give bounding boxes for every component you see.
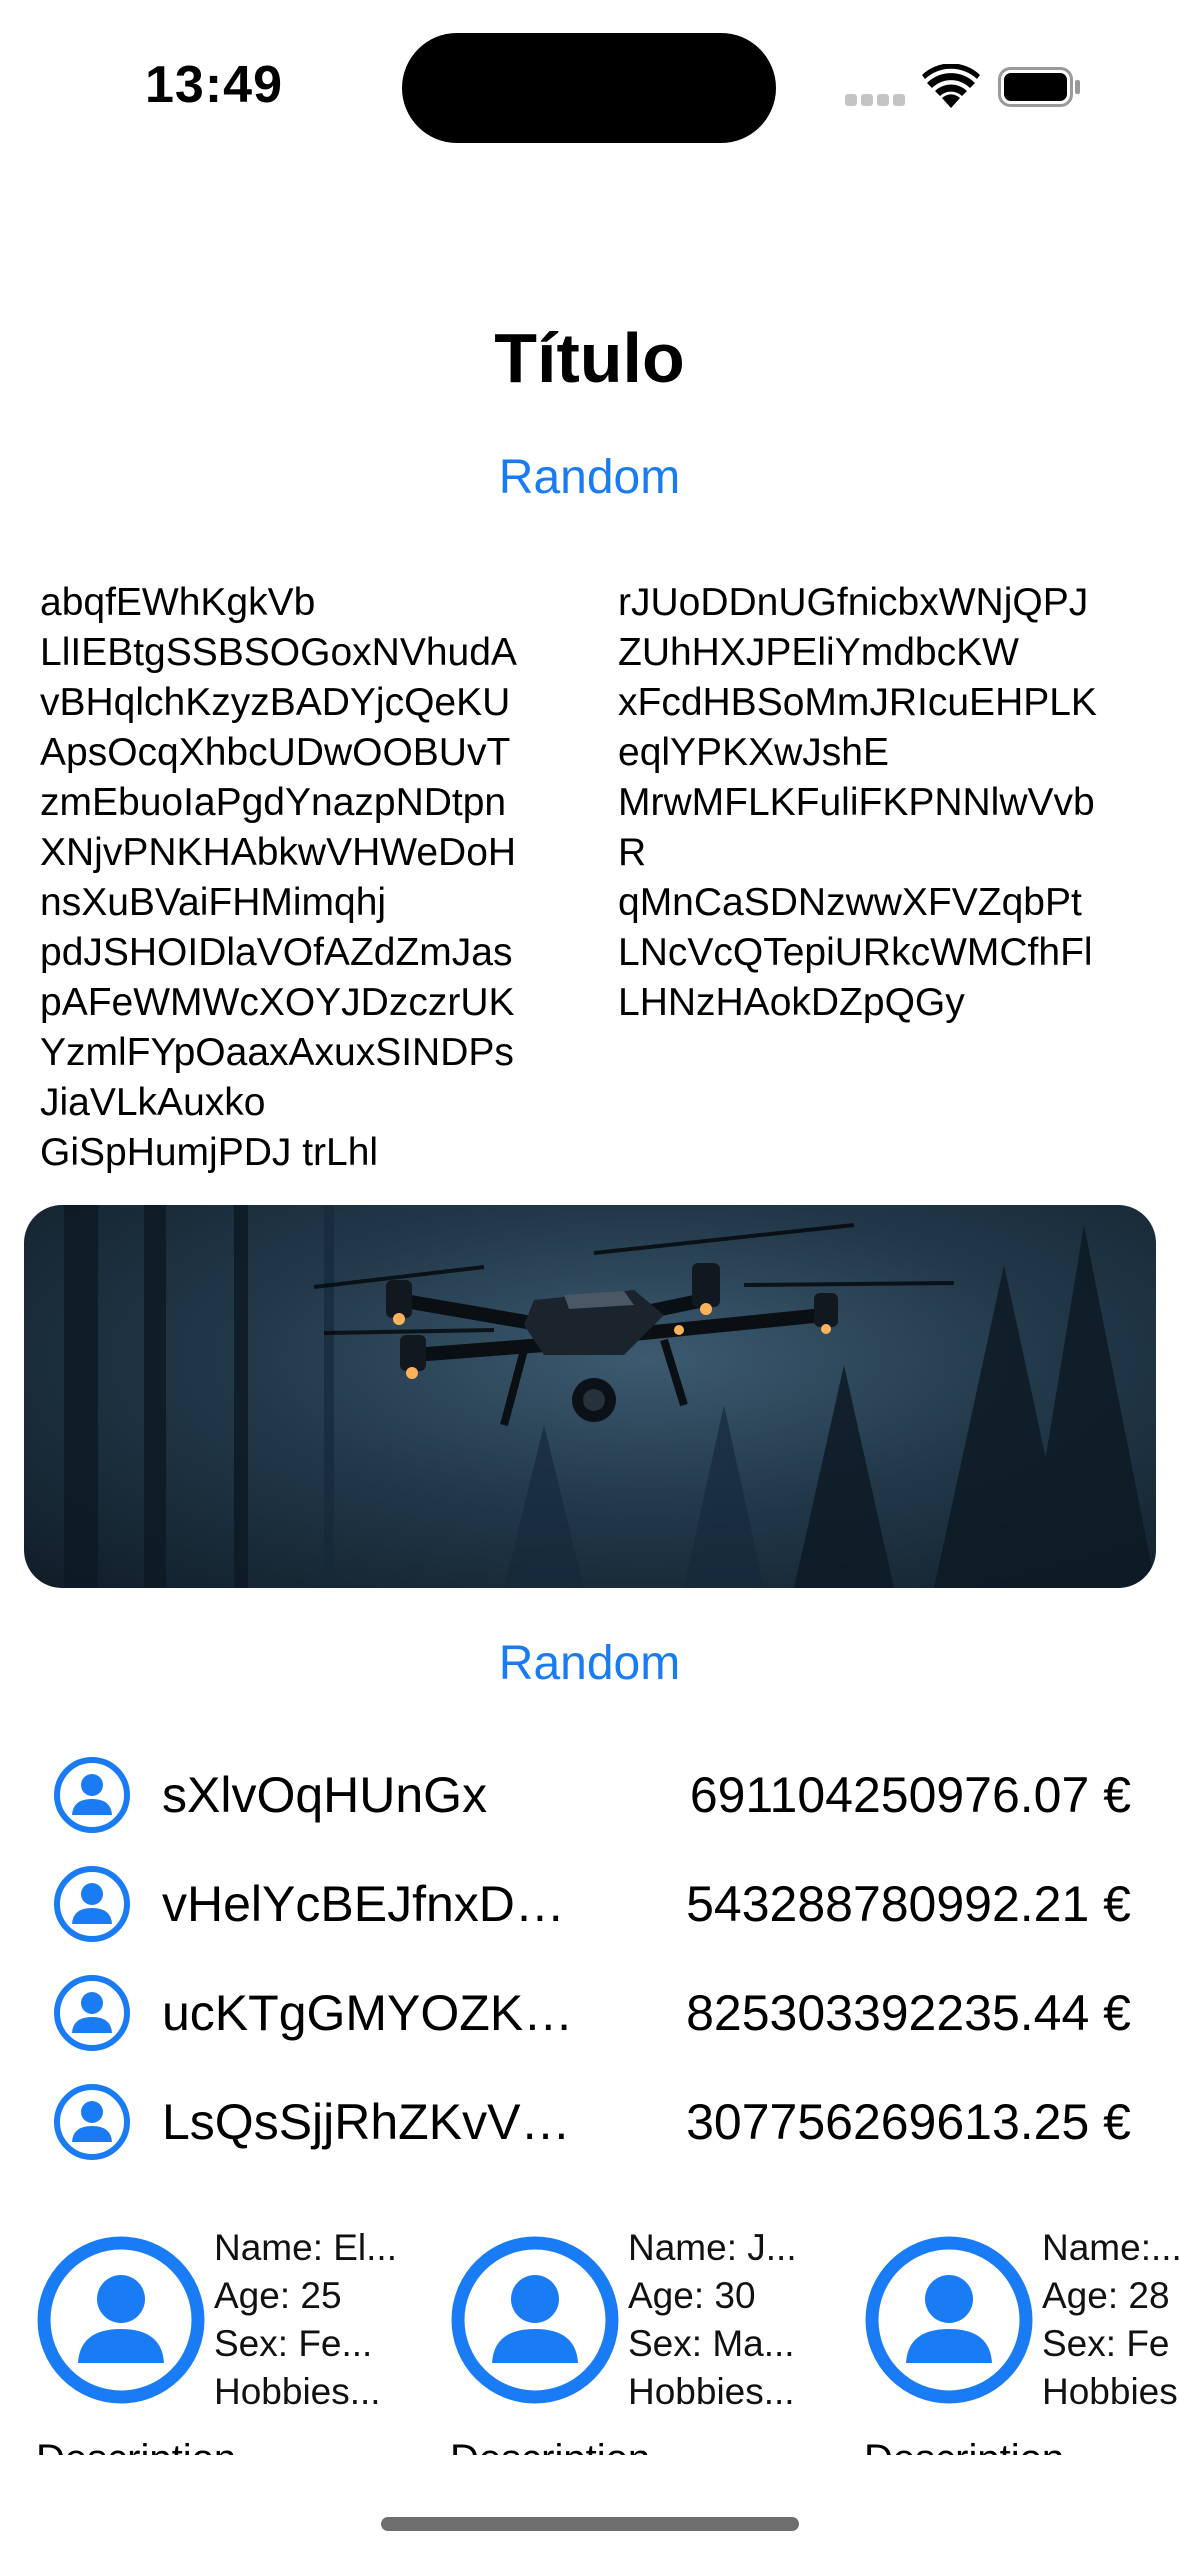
person-circle-icon (54, 1866, 130, 1942)
text-line: LHNzHAokDZpQGy (618, 981, 965, 1024)
transaction-row[interactable]: sXlvOqHUnGx 691104250976.07 € (0, 1744, 1179, 1844)
text-line: LNcVcQTepiURkcWMCfhFl (618, 931, 1093, 974)
drone-illustration (64, 1205, 1156, 1588)
person-description: Description (864, 2437, 1064, 2455)
transaction-amount: 307756269613.25 € (686, 2094, 1131, 2150)
person-circle-icon (865, 2236, 1033, 2404)
transaction-name: vHelYcBEJfnxDG... (162, 1876, 592, 1932)
text-line: pdJSHOIDlaVOfAZdZmJas (40, 931, 513, 974)
transaction-row[interactable]: ucKTgGMYOZKC... 825303392235.44 € (0, 1962, 1179, 2062)
person-info: Name: El... Age: 25 Sex: Fe... Hobbies..… (214, 2224, 424, 2416)
text-line: zmEbuoIaPgdYnazpNDtpn (40, 781, 507, 824)
text-line: JiaVLkAuxko (40, 1081, 266, 1124)
person-card[interactable]: Name: El... Age: 25 Sex: Fe... Hobbies..… (36, 2215, 436, 2455)
text-line: ApsOcqXhbcUDwOOBUvT (40, 731, 511, 774)
person-hobbies: Hobbies... (214, 2371, 381, 2412)
text-line: xFcdHBSoMmJRIcuEHPLK (618, 681, 1097, 724)
text-line: ZUhHXJPEliYmdbcKW (618, 631, 1019, 674)
person-circle-icon (451, 2236, 619, 2404)
person-hobbies: Hobbies... (628, 2371, 795, 2412)
text-line: MrwMFLKFuliFKPNNlwVvb (618, 781, 1095, 824)
dynamic-island (402, 33, 776, 143)
person-name: Name:... (1042, 2227, 1179, 2268)
home-indicator[interactable] (381, 2517, 799, 2531)
person-age: Age: 28 (1042, 2275, 1170, 2316)
text-line: GiSpHumjPDJ trLhl (40, 1131, 379, 1174)
status-time: 13:49 (145, 56, 283, 114)
text-line: rJUoDDnUGfnicbxWNjQPJ (618, 581, 1089, 624)
person-card[interactable]: Name:... Age: 28 Sex: Fe Hobbies Descrip… (864, 2215, 1179, 2455)
status-bar: 13:49 (0, 0, 1179, 170)
text-line: XNjvPNKHAbkwVHWeDoH (40, 831, 517, 874)
transaction-amount: 691104250976.07 € (689, 1767, 1131, 1823)
person-cards-carousel[interactable]: Name: El... Age: 25 Sex: Fe... Hobbies..… (0, 2215, 1179, 2455)
person-sex: Sex: Fe (1042, 2323, 1170, 2364)
person-description: Description (36, 2437, 236, 2455)
person-circle-icon (37, 2236, 205, 2404)
text-line: qMnCaSDNzwwXFVZqbPt (618, 881, 1082, 924)
person-info: Name: J... Age: 30 Sex: Ma... Hobbies... (628, 2224, 838, 2416)
battery-icon (998, 67, 1080, 107)
wifi-icon (922, 64, 980, 108)
person-circle-icon (54, 1757, 130, 1833)
random-button-bottom[interactable]: Random (0, 1636, 1179, 1691)
text-line: YzmlFYpOaaxAxuxSINDPs (40, 1031, 514, 1074)
page-title: Título (494, 319, 685, 397)
transaction-row[interactable]: LsQsSjjRhZKvVX... 307756269613.25 € (0, 2071, 1179, 2171)
cellular-signal-icon (845, 94, 905, 106)
transaction-name: LsQsSjjRhZKvVX... (162, 2094, 592, 2150)
text-line: pAFeWMWcXOYJDzczrUK (40, 981, 515, 1024)
transaction-name: ucKTgGMYOZKC... (162, 1985, 592, 2041)
text-line: LlIEBtgSSBSOGoxNVhudA (40, 631, 517, 674)
random-button-top[interactable]: Random (0, 450, 1179, 505)
person-sex: Sex: Ma... (628, 2323, 795, 2364)
text-line: nsXuBVaiFHMimqhj (40, 881, 387, 924)
text-column-left: abqfEWhKgkVb LlIEBtgSSBSOGoxNVhudA vBHql… (40, 578, 570, 1178)
person-age: Age: 25 (214, 2275, 342, 2316)
person-name: Name: J... (628, 2227, 797, 2268)
text-line: abqfEWhKgkVb (40, 581, 316, 624)
text-column-right: rJUoDDnUGfnicbxWNjQPJ ZUhHXJPEliYmdbcKW … (618, 578, 1138, 1028)
person-sex: Sex: Fe... (214, 2323, 373, 2364)
transaction-row[interactable]: vHelYcBEJfnxDG... 543288780992.21 € (0, 1853, 1179, 1953)
person-age: Age: 30 (628, 2275, 756, 2316)
person-info: Name:... Age: 28 Sex: Fe Hobbies (1042, 2224, 1179, 2416)
text-line: vBHqlchKzyzBADYjcQeKU (40, 681, 511, 724)
text-line: R (618, 831, 647, 874)
person-circle-icon (54, 1975, 130, 2051)
person-name: Name: El... (214, 2227, 397, 2268)
transaction-amount: 825303392235.44 € (686, 1985, 1131, 2041)
person-circle-icon (54, 2084, 130, 2160)
person-card[interactable]: Name: J... Age: 30 Sex: Ma... Hobbies...… (450, 2215, 850, 2455)
person-hobbies: Hobbies (1042, 2371, 1178, 2412)
text-line: eqlYPKXwJshE (618, 731, 889, 774)
transaction-name: sXlvOqHUnGx (162, 1767, 488, 1823)
transaction-amount: 543288780992.21 € (686, 1876, 1131, 1932)
drone-photo (24, 1205, 1156, 1588)
person-description: Description (450, 2437, 650, 2455)
